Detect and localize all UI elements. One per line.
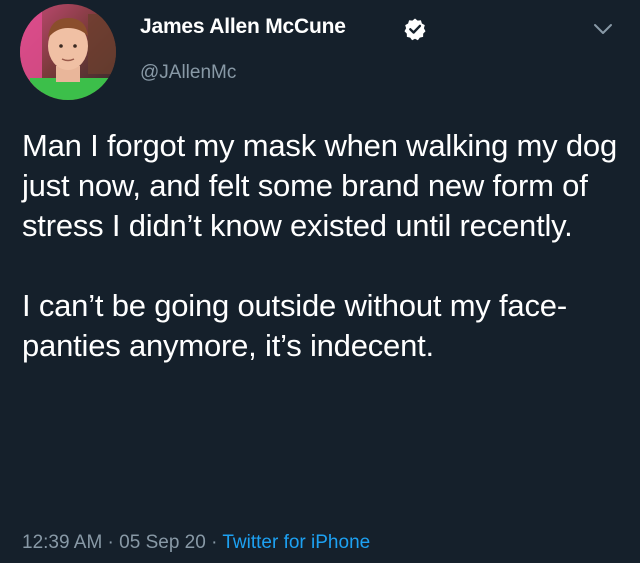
tweet-paragraph-2: I can’t be going outside without my face… (22, 288, 567, 363)
tweet-card: James Allen McCune @JAllenMc Man I forgo… (0, 0, 640, 563)
tweet-time[interactable]: 12:39 AM (22, 532, 102, 553)
user-handle[interactable]: @JAllenMc (140, 62, 236, 84)
tweet-text: Man I forgot my mask when walking my dog… (22, 126, 622, 366)
meta-separator: · (205, 532, 223, 553)
display-name[interactable]: James Allen McCune (140, 15, 346, 39)
tweet-metadata: 12:39 AM · 05 Sep 20 · Twitter for iPhon… (22, 532, 370, 554)
tweet-date[interactable]: 05 Sep 20 (119, 532, 206, 553)
verified-badge-icon (404, 18, 426, 41)
chevron-down-icon[interactable] (592, 22, 614, 36)
tweet-source-link[interactable]: Twitter for iPhone (222, 532, 370, 553)
meta-separator: · (102, 532, 120, 553)
avatar[interactable] (20, 4, 116, 100)
tweet-paragraph-1: Man I forgot my mask when walking my dog… (22, 128, 618, 243)
